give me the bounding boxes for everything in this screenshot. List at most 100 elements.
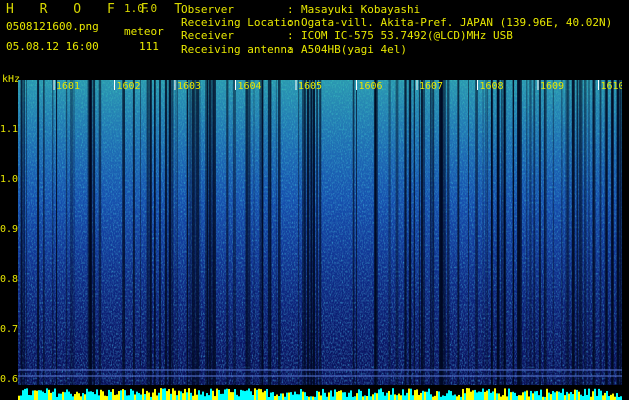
signal-spike [552,390,554,400]
signal-spike [392,388,394,400]
signal-spike [488,388,490,400]
dark-stripe [247,80,249,385]
dark-stripe [312,80,315,385]
signal-spike [170,393,172,400]
signal-spike [214,396,216,400]
dark-stripe [388,80,391,385]
signal-spike [496,393,498,400]
signal-spike [520,395,522,400]
dark-stripe [165,80,168,385]
signal-spike [160,388,162,400]
time-label: 1608 [480,81,504,92]
signal-spike [586,394,588,400]
signal-spike [280,393,282,400]
dark-stripe [20,80,22,385]
signal-spike [448,390,450,400]
signal-spike [410,388,412,400]
signal-spike [348,392,350,400]
signal-spike [482,388,484,400]
signal-spike [134,394,136,400]
dark-stripe [486,80,489,385]
dark-stripe [457,80,460,385]
signal-spike [42,391,44,400]
signal-spike [180,391,182,400]
signal-spike [298,394,300,400]
signal-spike [22,390,24,400]
signal-spike [390,394,392,400]
signal-strength-bar [18,388,622,400]
signal-spike [376,393,378,400]
signal-spike [126,395,128,400]
signal-spike [238,396,240,400]
signal-spike [452,395,454,400]
y-tick-label: 1.0 [0,174,19,185]
app-version: 1.0.0 [124,2,158,15]
signal-spike [266,388,268,400]
signal-spike [328,392,330,400]
y-tick-label: 1.1 [0,124,19,135]
signal-spike [112,388,114,400]
signal-spike [484,391,486,400]
signal-spike [312,396,314,400]
signal-spike [466,388,468,400]
dark-stripe [319,80,322,385]
signal-spike [446,393,448,400]
signal-spike [528,396,530,400]
signal-spike [38,390,40,400]
dark-stripe [175,80,177,385]
signal-spike [124,390,126,400]
signal-spike [600,390,602,400]
signal-spike [324,392,326,400]
signal-spike [66,389,68,400]
signal-spike [50,392,52,400]
signal-spike [18,395,20,400]
signal-spike [84,394,86,400]
signal-spike [244,391,246,400]
y-tick-label: 0.9 [0,224,19,235]
signal-spike [344,392,346,400]
signal-spike [48,389,50,400]
dark-stripe [261,80,264,385]
signal-spike [350,390,352,400]
dark-stripe [432,80,435,385]
signal-spike [406,392,408,400]
signal-spike [294,391,296,400]
signal-spike [612,393,614,400]
dark-stripe [533,80,536,385]
dark-stripe [421,80,423,385]
dark-stripe [70,80,73,385]
signal-spike [216,388,218,400]
signal-spike [248,388,250,400]
dark-stripe [65,80,68,385]
signal-spike [430,394,432,400]
signal-spike [470,391,472,400]
signal-spike [202,391,204,400]
dark-stripe [610,80,614,385]
signal-spike [554,392,556,400]
signal-spike [608,396,610,400]
dark-stripe [439,80,442,385]
signal-spike [68,391,70,400]
signal-spike [492,391,494,400]
dark-stripe [552,80,554,385]
signal-spike [422,390,424,400]
signal-spike [534,391,536,400]
time-label: 1602 [117,81,141,92]
signal-spike [34,390,36,400]
signal-spike [442,395,444,400]
signal-spike [454,394,456,400]
signal-spike [338,390,340,400]
dark-stripe [168,80,171,385]
dark-stripe [298,80,300,385]
signal-spike [182,393,184,400]
signal-spike [500,396,502,400]
signal-spike [36,390,38,400]
dark-stripe [208,80,211,385]
dark-stripe [213,80,216,385]
dark-stripe [430,80,431,385]
signal-spike [130,388,132,400]
signal-spike [290,392,292,400]
signal-spike [254,388,256,400]
signal-spike [52,391,54,400]
dark-stripe [206,80,209,385]
